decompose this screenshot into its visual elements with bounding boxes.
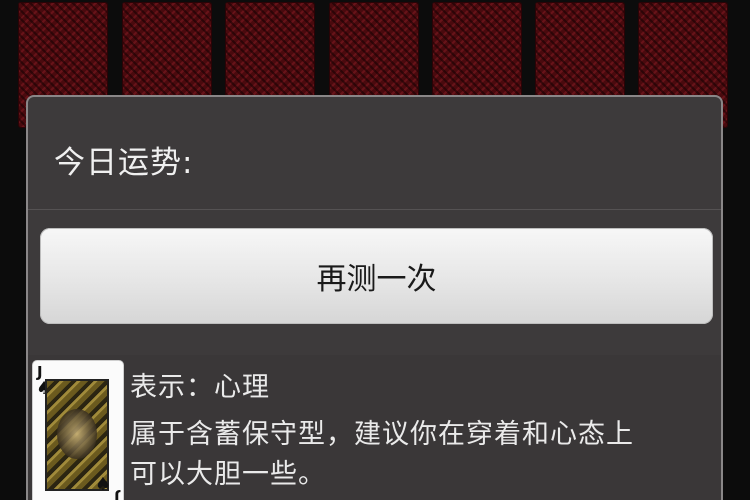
retry-button-label: 再测一次 xyxy=(316,262,437,297)
card-face-portrait xyxy=(57,409,97,459)
jack-of-spades-card-icon: J ♠ ♠ J xyxy=(32,360,124,500)
card-rank: J xyxy=(114,489,120,500)
result-description-line2: 可以大胆一些。 xyxy=(130,459,326,490)
fortune-dialog: 今日运势: 再测一次 J ♠ ♠ J 表示：心理 属于含蓄保守型，建议你在穿着和… xyxy=(26,95,723,500)
result-description-line1: 属于含蓄保守型，建议你在穿着和心态上 xyxy=(130,419,634,450)
result-meaning: 表示：心理 xyxy=(130,372,270,403)
title-divider xyxy=(28,209,721,210)
spade-icon: ♠ xyxy=(94,474,111,495)
retry-button[interactable]: 再测一次 xyxy=(40,228,713,324)
game-screen: 今日运势: 再测一次 J ♠ ♠ J 表示：心理 属于含蓄保守型，建议你在穿着和… xyxy=(0,0,750,500)
result-panel: J ♠ ♠ J 表示：心理 属于含蓄保守型，建议你在穿着和心态上 可以大胆一些。 xyxy=(28,355,721,500)
dialog-title: 今日运势: xyxy=(54,145,194,181)
